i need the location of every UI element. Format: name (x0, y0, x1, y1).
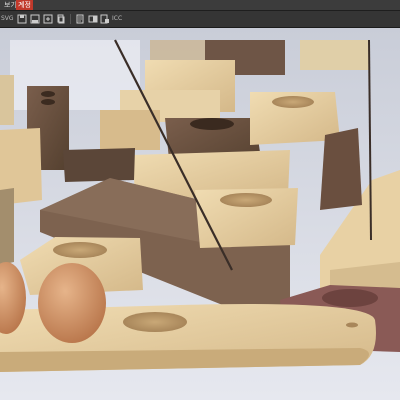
copy-icon[interactable] (56, 14, 66, 24)
save-icon[interactable] (17, 14, 27, 24)
menu-bar: 보기 계정 (0, 0, 400, 11)
save-as-icon[interactable] (30, 14, 40, 24)
document-icon[interactable] (75, 14, 85, 24)
toolbar-divider (70, 14, 71, 24)
product-photo (0, 28, 400, 400)
svg-format-label[interactable]: SVG (1, 13, 14, 25)
image-canvas[interactable] (0, 28, 400, 400)
toolbar: SVG ICC (0, 11, 400, 28)
export-icon[interactable] (43, 14, 53, 24)
page-icon[interactable] (100, 14, 110, 24)
menu-account[interactable]: 계정 (16, 0, 33, 10)
icc-profile-label[interactable]: ICC (112, 13, 122, 25)
layout-icon[interactable] (88, 14, 98, 24)
